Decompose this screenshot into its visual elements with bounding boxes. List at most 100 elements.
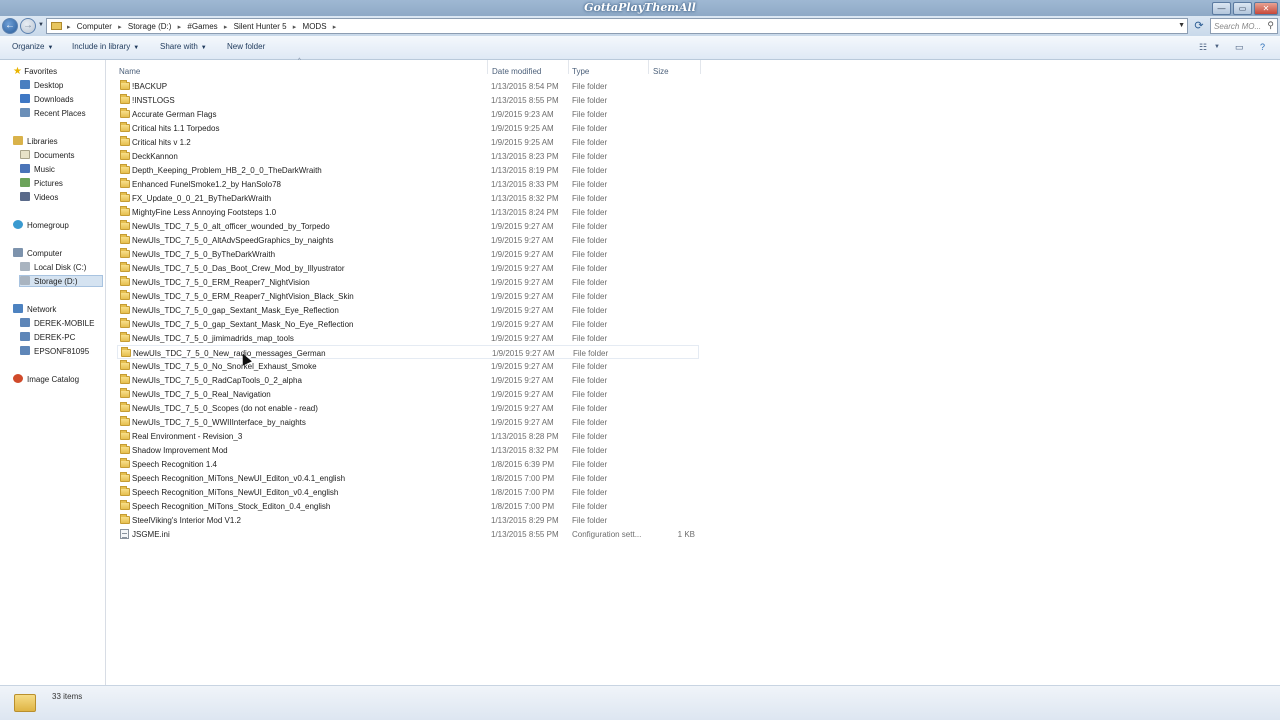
nav-favorites[interactable]: ★ Favorites [13, 66, 57, 78]
folder-icon [120, 304, 130, 314]
nav-derek-pc[interactable]: DEREK-PC [20, 332, 75, 344]
nav-epson[interactable]: EPSONF81095 [20, 346, 89, 358]
refresh-button[interactable]: ⟳ [1192, 19, 1206, 33]
address-dropdown-icon[interactable]: ▼ [1178, 22, 1185, 29]
file-row[interactable]: !INSTLOGS 1/13/2015 8:55 PM File folder [117, 93, 699, 107]
breadcrumb-silent-hunter[interactable]: Silent Hunter 5 [234, 22, 287, 31]
file-row[interactable]: JSGME.ini 1/13/2015 8:55 PM Configuration … [117, 527, 699, 541]
maximize-button[interactable]: ▭ [1233, 2, 1252, 15]
nav-downloads[interactable]: Downloads [20, 94, 74, 106]
folder-icon [120, 150, 130, 160]
close-button[interactable]: ✕ [1254, 2, 1278, 15]
file-row[interactable]: Speech Recognition_MiTons_NewUI_Editon_v… [117, 471, 699, 485]
nav-image-catalog[interactable]: Image Catalog [13, 374, 79, 386]
column-divider[interactable] [648, 60, 649, 74]
file-row[interactable]: Shadow Improvement Mod 1/13/2015 8:32 PM F… [117, 443, 699, 457]
file-row[interactable]: NewUIs_TDC_7_5_0_No_Snorkel_Exhaust_Smok… [117, 359, 699, 373]
breadcrumb-separator-icon[interactable]: ▸ [224, 24, 228, 31]
breadcrumb-games[interactable]: #Games [187, 22, 217, 31]
column-divider[interactable] [487, 60, 488, 74]
help-icon[interactable]: ? [1260, 42, 1265, 52]
back-button[interactable]: ← [2, 18, 18, 34]
breadcrumb-separator-icon[interactable]: ▸ [67, 24, 71, 31]
breadcrumb-separator-icon[interactable]: ▸ [293, 24, 297, 31]
nav-homegroup[interactable]: Homegroup [13, 220, 69, 232]
file-row[interactable]: NewUIs_TDC_7_5_0_New_radio_messages_Germ… [117, 345, 699, 359]
file-name: Speech Recognition_MiTons_NewUI_Editon_v… [132, 488, 339, 497]
nav-documents[interactable]: Documents [20, 150, 74, 162]
nav-desktop[interactable]: Desktop [20, 80, 63, 92]
breadcrumb-separator-icon[interactable]: ▸ [118, 24, 122, 31]
breadcrumb-computer[interactable]: Computer [77, 22, 112, 31]
file-row[interactable]: Real Environment - Revision_3 1/13/2015 8… [117, 429, 699, 443]
file-row[interactable]: Speech Recognition_MiTons_Stock_Editon_0… [117, 499, 699, 513]
folder-icon [120, 164, 130, 174]
file-row[interactable]: NewUIs_TDC_7_5_0_gap_Sextant_Mask_Eye_Re… [117, 303, 699, 317]
file-row[interactable]: NewUIs_TDC_7_5_0_AltAdvSpeedGraphics_by_… [117, 233, 699, 247]
minimize-button[interactable]: — [1212, 2, 1231, 15]
file-row[interactable]: Critical hits 1.1 Torpedos 1/9/2015 9:25 … [117, 121, 699, 135]
nav-storage[interactable]: Storage (D:) [19, 275, 103, 287]
column-header-name[interactable]: Name [119, 67, 140, 76]
file-row[interactable]: NewUIs_TDC_7_5_0_alt_officer_wounded_by_… [117, 219, 699, 233]
view-options-dropdown-icon[interactable]: ▼ [1214, 44, 1220, 50]
file-row[interactable]: FX_Update_0_0_21_ByTheDarkWraith 1/13/201… [117, 191, 699, 205]
organize-button[interactable]: Organize ▼ [12, 42, 53, 51]
nav-derek-mobile[interactable]: DEREK-MOBILE [20, 318, 94, 330]
search-input[interactable] [1211, 19, 1263, 33]
file-row[interactable]: MightyFine Less Annoying Footsteps 1.0 1/… [117, 205, 699, 219]
folder-icon [120, 332, 130, 342]
file-row[interactable]: SteelViking's Interior Mod V1.2 1/13/2015… [117, 513, 699, 527]
file-row[interactable]: Accurate German Flags 1/9/2015 9:23 AM Fil… [117, 107, 699, 121]
file-name: DeckKannon [132, 152, 178, 161]
column-divider[interactable] [568, 60, 569, 74]
file-row[interactable]: Enhanced FunelSmoke1.2_by HanSolo78 1/13/… [117, 177, 699, 191]
file-row[interactable]: NewUIs_TDC_7_5_0_ERM_Reaper7_NightVision… [117, 289, 699, 303]
column-header-type[interactable]: Type [572, 67, 589, 76]
breadcrumb-mods[interactable]: MODS [303, 22, 327, 31]
file-row[interactable]: Speech Recognition 1.4 1/8/2015 6:39 PM Fi… [117, 457, 699, 471]
file-row[interactable]: NewUIs_TDC_7_5_0_ERM_Reaper7_NightVision… [117, 275, 699, 289]
preview-pane-icon[interactable]: ▭ [1235, 42, 1244, 53]
nav-libraries[interactable]: Libraries [13, 136, 58, 148]
search-box[interactable]: ⚲ [1210, 18, 1278, 34]
new-folder-button[interactable]: New folder [227, 42, 265, 51]
nav-computer[interactable]: Computer [13, 248, 62, 260]
column-divider[interactable] [700, 60, 701, 74]
change-view-icon[interactable]: ☷ [1199, 42, 1207, 53]
file-row[interactable]: Depth_Keeping_Problem_HB_2_0_0_TheDarkWr… [117, 163, 699, 177]
file-row[interactable]: NewUIs_TDC_7_5_0_gap_Sextant_Mask_No_Eye… [117, 317, 699, 331]
nav-pictures[interactable]: Pictures [20, 178, 63, 190]
file-row[interactable]: DeckKannon 1/13/2015 8:23 PM File folder [117, 149, 699, 163]
nav-videos[interactable]: Videos [20, 192, 58, 204]
breadcrumb-separator-icon[interactable]: ▸ [333, 24, 337, 31]
file-type: File folder [572, 460, 608, 469]
file-row[interactable]: NewUIs_TDC_7_5_0_RadCapTools_0_2_alpha 1/… [117, 373, 699, 387]
file-row[interactable]: NewUIs_TDC_7_5_0_jimimadrids_map_tools 1/… [117, 331, 699, 345]
file-row[interactable]: Speech Recognition_MiTons_NewUI_Editon_v… [117, 485, 699, 499]
address-bar[interactable]: ▸ Computer ▸ Storage (D:) ▸ #Games ▸ Sil… [46, 18, 1188, 34]
file-row[interactable]: NewUIs_TDC_7_5_0_ByTheDarkWraith 1/9/2015… [117, 247, 699, 261]
file-row[interactable]: NewUIs_TDC_7_5_0_Das_Boot_Crew_Mod_by_Il… [117, 261, 699, 275]
file-row[interactable]: Critical hits v 1.2 1/9/2015 9:25 AM File … [117, 135, 699, 149]
recent-pages-dropdown-icon[interactable]: ▼ [38, 22, 44, 28]
nav-local-disk[interactable]: Local Disk (C:) [20, 262, 86, 274]
file-name: Speech Recognition_MiTons_NewUI_Editon_v… [132, 474, 346, 483]
file-row[interactable]: NewUIs_TDC_7_5_0_Scopes (do not enable -… [117, 401, 699, 415]
column-header-size[interactable]: Size [653, 67, 669, 76]
nav-recent-places[interactable]: Recent Places [20, 108, 86, 120]
nav-music[interactable]: Music [20, 164, 55, 176]
search-icon[interactable]: ⚲ [1267, 20, 1274, 31]
breadcrumb-separator-icon[interactable]: ▸ [178, 24, 182, 31]
column-header-date-modified[interactable]: Date modified [492, 67, 541, 76]
nav-network[interactable]: Network [13, 304, 56, 316]
hard-drive-icon [20, 276, 30, 285]
folder-icon [120, 262, 130, 272]
breadcrumb-storage[interactable]: Storage (D:) [128, 22, 172, 31]
file-row[interactable]: !BACKUP 1/13/2015 8:54 PM File folder [117, 79, 699, 93]
share-with-button[interactable]: Share with ▼ [160, 42, 207, 51]
file-row[interactable]: NewUIs_TDC_7_5_0_Real_Navigation 1/9/2015… [117, 387, 699, 401]
forward-button[interactable]: → [20, 18, 36, 34]
include-in-library-button[interactable]: Include in library ▼ [72, 42, 139, 51]
file-row[interactable]: NewUIs_TDC_7_5_0_WWIIInterface_by_naight… [117, 415, 699, 429]
